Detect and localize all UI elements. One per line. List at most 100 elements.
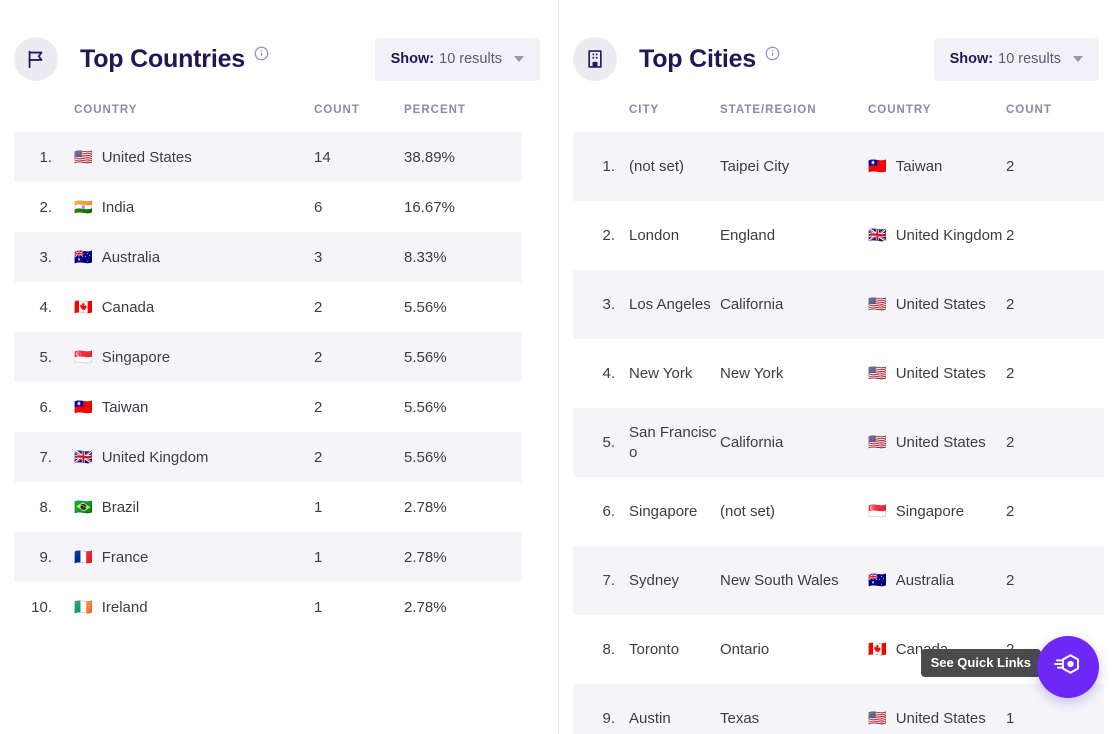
table-row[interactable]: 5. 🇸🇬 Singapore 2 5.56%: [14, 332, 522, 382]
table-row[interactable]: 9. Austin Texas 🇺🇸 United States 1: [573, 684, 1104, 734]
row-state: New York: [720, 364, 784, 382]
row-rank: 2.: [39, 198, 52, 216]
country-flag-icon: 🇹🇼: [74, 398, 93, 416]
row-country: 🇺🇸 United States: [868, 684, 1006, 734]
table-row[interactable]: 3. Los Angeles California 🇺🇸 United State…: [573, 270, 1104, 339]
country-label: United Kingdom: [101, 448, 209, 466]
row-count: 6: [314, 198, 323, 216]
table-row[interactable]: 8. 🇧🇷 Brazil 1 2.78%: [14, 482, 522, 532]
countries-table-body: 1. 🇺🇸 United States 14 38.89% 2. 🇮🇳 India …: [14, 132, 522, 632]
row-rank: 7.: [573, 546, 615, 615]
country-label: United States: [895, 364, 986, 382]
row-count: 2: [1006, 546, 1104, 615]
table-row[interactable]: 7. 🇬🇧 United Kingdom 2 5.56%: [14, 432, 522, 482]
table-row[interactable]: 6. Singapore (not set) 🇸🇬 Singapore 2: [573, 477, 1104, 546]
row-city: New York: [629, 364, 693, 382]
row-count: 2: [1006, 503, 1015, 520]
table-row[interactable]: 3. 🇦🇺 Australia 3 8.33%: [14, 232, 522, 282]
row-rank: 1.: [14, 132, 52, 182]
row-rank: 2.: [602, 227, 615, 244]
countries-panel-header: Top Countries Show: 10 results: [0, 28, 558, 90]
row-country: 🇮🇳 India: [52, 182, 314, 232]
table-row[interactable]: 1. (not set) Taipei City 🇹🇼 Taiwan 2: [573, 132, 1104, 201]
cities-table: CITY STATE/REGION COUNTRY COUNT 1. (not …: [573, 90, 1104, 734]
col-header-percent[interactable]: PERCENT: [404, 90, 522, 132]
table-row[interactable]: 1. 🇺🇸 United States 14 38.89%: [14, 132, 522, 182]
row-percent: 8.33%: [404, 232, 522, 282]
country-flag-icon: 🇫🇷: [74, 548, 93, 566]
row-state: (not set): [720, 502, 776, 520]
col-header-count[interactable]: COUNT: [314, 90, 404, 132]
country-flag-icon: 🇮🇳: [74, 198, 93, 216]
country-flag-icon: 🇺🇸: [868, 710, 887, 727]
row-rank: 3.: [573, 270, 615, 339]
row-rank: 9.: [573, 684, 615, 734]
col-header-state-region[interactable]: STATE/REGION: [720, 90, 868, 132]
page-title: Top Countries: [80, 44, 245, 73]
flag-icon: [14, 37, 58, 81]
col-header-country[interactable]: COUNTRY: [52, 90, 314, 132]
country-label: United Kingdom: [895, 226, 1003, 244]
row-percent: 16.67%: [404, 198, 455, 216]
row-city: Singapore: [629, 502, 698, 520]
country-flag-icon: 🇺🇸: [74, 148, 93, 166]
country-label: Australia: [101, 248, 161, 266]
row-percent: 2.78%: [404, 598, 447, 616]
col-header-count[interactable]: COUNT: [1006, 90, 1104, 132]
table-row[interactable]: 9. 🇫🇷 France 1 2.78%: [14, 532, 522, 582]
row-count: 2: [1006, 132, 1104, 201]
table-row[interactable]: 4. 🇨🇦 Canada 2 5.56%: [14, 282, 522, 332]
country-label: India: [101, 198, 135, 216]
row-rank: 3.: [14, 232, 52, 282]
row-percent: 2.78%: [404, 498, 447, 516]
country-flag-icon: 🇸🇬: [74, 348, 93, 366]
row-country: 🇸🇬 Singapore: [52, 332, 314, 382]
row-country: 🇺🇸 United States: [52, 132, 314, 182]
country-label: Taiwan: [101, 398, 149, 416]
table-header-row: COUNTRY COUNT PERCENT: [14, 90, 522, 132]
countries-show-results-dropdown[interactable]: Show: 10 results: [374, 37, 540, 81]
quick-links-fab-button[interactable]: [1037, 636, 1099, 698]
table-row[interactable]: 5. San Francisco California 🇺🇸 United Sta…: [573, 408, 1104, 477]
col-header-city[interactable]: CITY: [615, 90, 720, 132]
row-country: 🇺🇸 United States: [868, 339, 1006, 408]
country-label: United States: [895, 433, 986, 451]
row-count: 1: [314, 498, 323, 516]
col-header-country[interactable]: COUNTRY: [868, 90, 1006, 132]
table-row[interactable]: 6. 🇹🇼 Taiwan 2 5.56%: [14, 382, 522, 432]
row-percent: 38.89%: [404, 132, 522, 182]
info-circle-icon[interactable]: [254, 46, 269, 61]
country-flag-icon: 🇹🇼: [868, 158, 887, 175]
row-rank: 8.: [602, 641, 615, 658]
row-country: 🇮🇪 Ireland: [52, 582, 314, 632]
show-value: 10 results: [439, 51, 502, 67]
country-label: Australia: [895, 571, 955, 589]
row-rank: 8.: [39, 498, 52, 516]
table-row[interactable]: 10. 🇮🇪 Ireland 1 2.78%: [14, 582, 522, 632]
country-flag-icon: 🇦🇺: [868, 572, 887, 589]
table-row[interactable]: 7. Sydney New South Wales 🇦🇺 Australia 2: [573, 546, 1104, 615]
country-flag-icon: 🇮🇪: [74, 598, 93, 616]
row-count: 1: [314, 532, 404, 582]
country-label: Ireland: [101, 598, 148, 616]
country-flag-icon: 🇺🇸: [868, 365, 887, 382]
row-state: England: [720, 226, 776, 244]
cities-show-results-dropdown[interactable]: Show: 10 results: [933, 37, 1099, 81]
top-countries-panel: Top Countries Show: 10 results COUNTRY C…: [0, 0, 558, 734]
row-city: San Francisco: [615, 408, 720, 477]
country-label: Singapore: [101, 348, 171, 366]
table-row[interactable]: 2. 🇮🇳 India 6 16.67%: [14, 182, 522, 232]
country-flag-icon: 🇬🇧: [74, 448, 93, 466]
row-count: 2: [1006, 365, 1015, 382]
info-circle-icon[interactable]: [765, 46, 780, 61]
table-row[interactable]: 2. London England 🇬🇧 United Kingdom 2: [573, 201, 1104, 270]
row-state: California: [720, 270, 868, 339]
row-count: 1: [314, 598, 323, 616]
row-country: 🇸🇬 Singapore: [868, 477, 1006, 546]
country-label: Singapore: [895, 502, 965, 520]
row-rank: 4.: [39, 298, 52, 316]
top-cities-panel: Top Cities Show: 10 results CITY STATE/R…: [558, 0, 1117, 734]
table-row[interactable]: 4. New York New York 🇺🇸 United States 2: [573, 339, 1104, 408]
row-country: 🇫🇷 France: [52, 532, 314, 582]
row-country: 🇬🇧 United Kingdom: [52, 432, 314, 482]
